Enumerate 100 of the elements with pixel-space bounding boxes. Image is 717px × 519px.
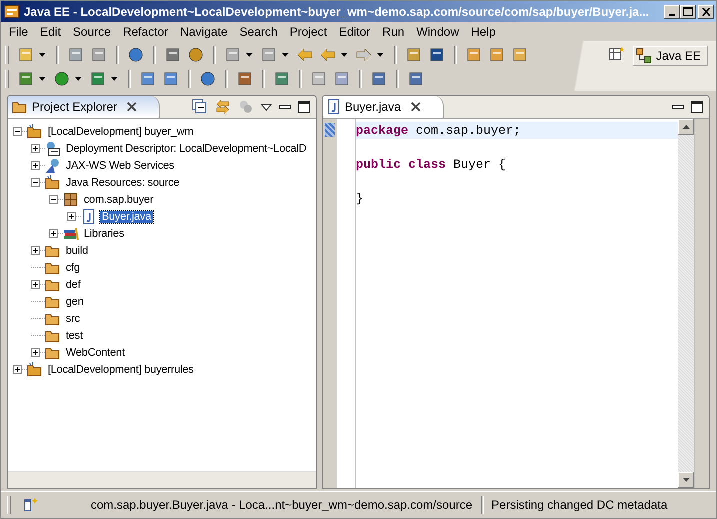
toolbar-icon[interactable] <box>54 71 70 87</box>
java-file-icon <box>81 208 97 224</box>
toolbar-icon[interactable] <box>91 47 107 63</box>
close-icon[interactable] <box>127 102 138 112</box>
menu-item[interactable]: Navigate <box>174 24 234 38</box>
tree-item[interactable]: src <box>64 312 82 324</box>
toolbar-icon[interactable] <box>489 47 505 63</box>
scroll-up-icon[interactable] <box>682 125 690 129</box>
toolbar-icon[interactable] <box>311 71 327 87</box>
toolbar-icon[interactable] <box>261 47 277 63</box>
editor-tab[interactable]: Buyer.java <box>323 96 444 118</box>
dropdown-arrow-icon[interactable] <box>377 53 384 57</box>
link-editor-icon[interactable] <box>215 99 231 115</box>
fast-view-icon[interactable] <box>23 497 39 513</box>
expand-toggle-icon[interactable] <box>49 195 58 204</box>
toolbar-icon[interactable] <box>18 47 34 63</box>
toolbar-icon[interactable] <box>512 47 528 63</box>
folder-icon <box>45 174 61 190</box>
toolbar-icon[interactable] <box>274 71 290 87</box>
dropdown-arrow-icon[interactable] <box>111 77 118 81</box>
minimize-button[interactable] <box>664 4 680 18</box>
tree-item[interactable]: com.sap.buyer <box>82 194 156 206</box>
toolbar-icon[interactable] <box>237 71 253 87</box>
toolbar-icon[interactable] <box>466 47 482 63</box>
toolbar-icon[interactable] <box>429 47 445 63</box>
dropdown-arrow-icon[interactable] <box>39 53 46 57</box>
toolbar-icon[interactable] <box>334 71 350 87</box>
toolbar-icon[interactable] <box>406 47 422 63</box>
dropdown-arrow-icon[interactable] <box>75 77 82 81</box>
toolbar-icon[interactable] <box>140 71 156 87</box>
tree-item[interactable]: build <box>64 244 90 256</box>
horizontal-scrollbar[interactable] <box>8 471 316 488</box>
toolbar-icon[interactable] <box>320 47 336 63</box>
expand-toggle-icon[interactable] <box>31 178 40 187</box>
expand-toggle-icon[interactable] <box>49 229 58 238</box>
tree-item[interactable]: JAX-WS Web Services <box>64 160 176 172</box>
menu-item[interactable]: Editor <box>333 24 377 38</box>
menu-item[interactable]: Help <box>465 24 502 38</box>
maximize-button[interactable] <box>680 4 696 18</box>
menu-item[interactable]: Window <box>410 24 466 38</box>
minimize-icon <box>669 14 675 16</box>
menu-item[interactable]: Source <box>67 24 118 38</box>
dropdown-arrow-icon[interactable] <box>246 53 253 57</box>
toolbar-icon[interactable] <box>188 47 204 63</box>
toolbar-icon[interactable] <box>128 47 144 63</box>
menu-item[interactable]: File <box>3 24 34 38</box>
menu-item[interactable]: Search <box>234 24 284 38</box>
toolbar-icon[interactable] <box>408 71 424 87</box>
toolbar-icon[interactable] <box>18 71 34 87</box>
view-menu-icon[interactable] <box>261 104 272 110</box>
minimize-view-icon[interactable] <box>279 104 291 110</box>
toolbar-icon[interactable] <box>68 47 84 63</box>
expand-toggle-icon[interactable] <box>31 280 40 289</box>
expand-toggle-icon[interactable] <box>13 127 22 136</box>
tree-item[interactable]: cfg <box>64 262 82 274</box>
tree-item[interactable]: def <box>64 278 83 290</box>
toolbar-icon[interactable] <box>165 47 181 63</box>
menu-item[interactable]: Edit <box>34 24 68 38</box>
tree-item[interactable]: [LocalDevelopment] buyer_wm <box>46 126 196 138</box>
expand-toggle-icon[interactable] <box>31 144 40 153</box>
close-button[interactable] <box>698 4 714 18</box>
dropdown-arrow-icon[interactable] <box>341 53 348 57</box>
tree-item[interactable]: Java Resources: source <box>64 176 182 188</box>
expand-toggle-icon[interactable] <box>31 348 40 357</box>
maximize-view-icon[interactable] <box>691 101 703 113</box>
tree-item[interactable]: test <box>64 330 85 342</box>
expand-toggle-icon[interactable] <box>31 246 40 255</box>
scroll-down-icon[interactable] <box>682 478 690 482</box>
close-icon[interactable] <box>411 102 422 112</box>
maximize-view-icon[interactable] <box>298 101 310 113</box>
menu-item[interactable]: Run <box>376 24 411 38</box>
minimize-view-icon[interactable] <box>672 104 684 110</box>
tree-item[interactable]: WebContent <box>64 346 127 358</box>
expand-toggle-icon[interactable] <box>13 365 22 374</box>
tree-item[interactable]: [LocalDevelopment] buyerrules <box>46 364 196 376</box>
toolbar-icon[interactable] <box>90 71 106 87</box>
perspective-button[interactable]: Java EE <box>633 46 708 66</box>
toolbar-icon[interactable] <box>225 47 241 63</box>
vertical-scrollbar[interactable] <box>678 119 694 488</box>
expand-toggle-icon[interactable] <box>31 161 40 170</box>
project-explorer-tab[interactable]: Project Explorer <box>8 96 160 118</box>
tree-item[interactable]: Buyer.java <box>100 210 154 222</box>
expand-toggle-icon[interactable] <box>67 212 76 221</box>
dropdown-arrow-icon[interactable] <box>39 77 46 81</box>
dropdown-arrow-icon[interactable] <box>282 53 289 57</box>
tree-item[interactable]: Deployment Descriptor: LocalDevelopment~LocalD <box>64 142 309 154</box>
code-line: package com.sap.buyer; <box>356 124 522 138</box>
code-line: public class Buyer { <box>356 158 506 172</box>
toolbar-icon[interactable] <box>297 47 313 63</box>
toolbar-icon[interactable] <box>163 71 179 87</box>
toolbar-icon[interactable] <box>371 71 387 87</box>
tree-item[interactable]: Libraries <box>82 228 126 240</box>
menu-item[interactable]: Refactor <box>117 24 174 38</box>
toolbar-icon[interactable] <box>200 71 216 87</box>
web-service-icon <box>45 158 61 174</box>
open-perspective-icon[interactable] <box>609 46 626 62</box>
collapse-all-icon[interactable] <box>192 99 208 115</box>
menu-item[interactable]: Project <box>284 24 334 38</box>
tree-item[interactable]: gen <box>64 296 86 308</box>
toolbar-icon[interactable] <box>356 47 372 63</box>
